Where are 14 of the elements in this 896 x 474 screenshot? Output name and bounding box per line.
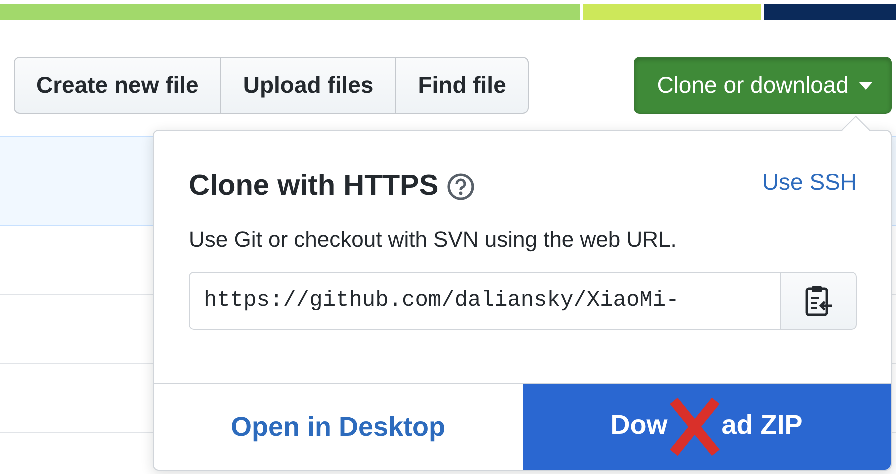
help-icon[interactable] (446, 172, 475, 201)
clone-download-button[interactable]: Clone or download (634, 57, 892, 114)
download-zip-button[interactable]: Dow ad ZIP (522, 384, 891, 470)
caret-icon (859, 82, 873, 90)
open-desktop-button[interactable]: Open in Desktop (154, 384, 522, 470)
toolbar-button[interactable]: Upload files (220, 57, 397, 114)
toolbar-button[interactable]: Find file (395, 57, 530, 114)
url-field[interactable]: https://github.com/daliansky/XiaoMi- (189, 272, 781, 330)
toolbar-button[interactable]: Create new file (14, 57, 222, 114)
clipboard-icon (804, 284, 832, 316)
popup-title: Clone with HTTPS (189, 169, 439, 204)
use-ssh-link[interactable]: Use SSH (762, 165, 857, 200)
clone-description: Use Git or checkout with SVN using the web URL. (189, 226, 678, 254)
copy-button[interactable] (781, 272, 857, 330)
